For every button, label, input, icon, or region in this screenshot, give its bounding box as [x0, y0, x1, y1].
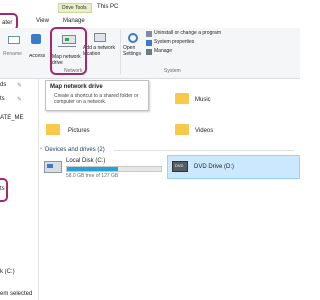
nav-item[interactable]: ts: [0, 96, 5, 102]
system-properties-button[interactable]: System properties: [146, 39, 226, 47]
dvd-logo-icon: DVD: [175, 163, 184, 168]
highlight-ring-nav: [0, 178, 8, 202]
group-divider: [120, 30, 121, 74]
folder-videos[interactable]: Videos: [171, 121, 231, 141]
devices-section-header[interactable]: Devices and drives (2): [45, 147, 105, 153]
rename-icon: [8, 36, 20, 44]
folder-pictures[interactable]: Pictures: [42, 121, 102, 141]
disk-usage-bar: [66, 166, 162, 172]
highlight-ring-map-drive: [50, 27, 87, 75]
rename-label: Rename: [3, 51, 22, 57]
tooltip-title: Map network drive: [50, 84, 103, 90]
manage-button[interactable]: Manage: [146, 48, 206, 56]
dvd-drive-icon: DVD: [172, 161, 188, 172]
title-bar: Drive Tools This PC: [0, 0, 300, 15]
open-settings-label: Open Settings: [123, 45, 142, 57]
uninstall-button[interactable]: Uninstall or change a program: [146, 30, 256, 38]
pin-icon: ✎: [17, 97, 23, 103]
drive-name: Local Disk (C:): [66, 158, 106, 164]
add-network-location-label: Add a network location: [83, 45, 115, 57]
tab-manage[interactable]: Manage: [63, 18, 85, 24]
access-media-label: Access media: [29, 54, 45, 59]
disk-usage-fill: [67, 167, 118, 171]
tab-view[interactable]: View: [36, 18, 49, 24]
pictures-folder-icon: [46, 124, 60, 135]
nav-item[interactable]: ATE_ME: [0, 115, 24, 121]
folder-label: Pictures: [68, 128, 90, 134]
folder-label: Music: [195, 97, 211, 103]
ribbon: Rename Access media Map network drive Ad…: [0, 28, 300, 79]
drive-dvd[interactable]: DVD DVD Drive (D:): [167, 155, 300, 179]
access-media-button[interactable]: Access media: [28, 30, 46, 64]
check-icon: [146, 40, 152, 46]
section-divider: [114, 150, 294, 151]
open-settings-button[interactable]: Open Settings: [122, 30, 144, 66]
drive-local-disk[interactable]: Local Disk (C:) 58.0 GB free of 127 GB: [42, 157, 166, 183]
music-folder-icon: [175, 93, 189, 104]
drive-free-space: 58.0 GB free of 127 GB: [66, 173, 119, 179]
tooltip-description: Create a shortcut to a shared folder or …: [54, 93, 139, 105]
drive-tools-label: Drive Tools: [62, 5, 87, 11]
system-properties-label: System properties: [154, 39, 195, 45]
media-icon: [31, 34, 41, 44]
tooltip: Map network drive Create a shortcut to a…: [45, 80, 149, 111]
hard-drive-icon: [44, 161, 62, 173]
window-title: This PC: [97, 4, 119, 10]
uninstall-icon: [146, 31, 152, 37]
folder-label: Videos: [195, 128, 214, 134]
videos-folder-icon: [175, 124, 189, 135]
drive-tools-tab[interactable]: Drive Tools: [58, 3, 92, 13]
system-group-label: System: [164, 68, 181, 74]
rename-button[interactable]: Rename: [2, 34, 24, 64]
windows-logo-icon: [47, 164, 53, 168]
nav-item[interactable]: k (C:): [0, 269, 15, 275]
status-text: em selected: [0, 291, 33, 297]
folder-music[interactable]: Music: [171, 91, 231, 111]
gear-icon: [128, 33, 138, 43]
add-network-location-button[interactable]: Add a network location: [82, 30, 118, 66]
nav-item[interactable]: ds: [0, 82, 6, 88]
network-location-icon: [94, 33, 106, 42]
chevron-down-icon[interactable]: ⌄: [39, 145, 43, 151]
ribbon-tabs: ater View Manage: [0, 15, 300, 29]
computer-icon: [146, 49, 152, 55]
pin-icon: ✎: [17, 83, 23, 89]
uninstall-label: Uninstall or change a program: [154, 30, 221, 36]
drive-name: DVD Drive (D:): [194, 164, 234, 170]
content-pane: Music Pictures Videos ⌄ Devices and driv…: [39, 79, 300, 300]
manage-label: Manage: [154, 48, 173, 54]
